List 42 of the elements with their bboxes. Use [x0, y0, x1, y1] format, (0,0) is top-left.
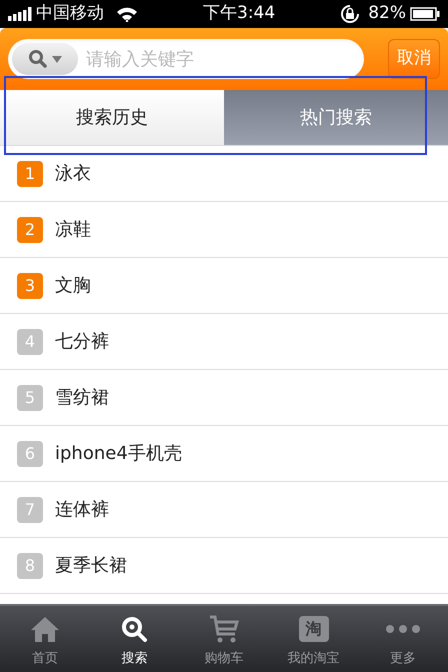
rank-badge: 1 [17, 160, 43, 186]
battery-text: 82% [368, 2, 406, 26]
rank-badge: 3 [17, 272, 43, 298]
speech-bubble-icon: 淘 [298, 616, 329, 642]
tab-bar-item[interactable]: 首页 [0, 606, 90, 672]
search-row[interactable]: 1 泳衣 [0, 146, 448, 202]
search-row[interactable]: 3 文胸 [0, 258, 448, 314]
tab-bar-item[interactable]: 更多 [358, 606, 448, 672]
battery-icon [410, 7, 440, 21]
rotation-lock-icon [340, 4, 360, 24]
search-row[interactable]: 7 连体裤 [0, 482, 448, 538]
keyword-text: 连体裤 [55, 498, 109, 522]
keyword-text: 夏季长裙 [55, 554, 127, 578]
search-scope-button[interactable] [12, 43, 78, 75]
rank-badge: 8 [17, 552, 43, 578]
search-row[interactable]: 8 夏季长裙 [0, 538, 448, 594]
search-row[interactable]: 2 凉鞋 [0, 202, 448, 258]
rank-badge: 6 [17, 440, 43, 466]
rank-badge: 2 [17, 216, 43, 242]
tab-bar-item[interactable]: 购物车 [179, 606, 269, 672]
clock-text: 下午3:44 [203, 2, 276, 26]
keyword-text: 泳衣 [55, 162, 91, 186]
caret-icon [52, 56, 62, 62]
keyword-text: 雪纺裙 [55, 386, 109, 410]
search-input[interactable]: 请输入关键字 [86, 46, 360, 72]
keyword-text: 凉鞋 [55, 218, 91, 242]
search-row[interactable]: 4 七分裤 [0, 314, 448, 370]
search-row[interactable]: 6 iphone4手机壳 [0, 426, 448, 482]
rank-badge: 4 [17, 328, 43, 354]
tab-bar-item[interactable]: 搜索 [90, 606, 180, 672]
keyword-text: iphone4手机壳 [55, 442, 182, 466]
tab-bar-item[interactable]: 淘 我的淘宝 [268, 606, 358, 672]
wifi-icon [116, 6, 138, 22]
search-icon [28, 49, 48, 69]
rank-badge: 7 [17, 496, 43, 522]
rank-badge: 5 [17, 384, 43, 410]
keyword-text: 七分裤 [55, 330, 109, 354]
search-field[interactable]: 请输入关键字 [8, 39, 364, 79]
search-row[interactable]: 5 雪纺裙 [0, 370, 448, 426]
signal-icon [8, 7, 32, 21]
carrier-text: 中国移动 [36, 2, 104, 26]
keyword-text: 文胸 [55, 274, 91, 298]
